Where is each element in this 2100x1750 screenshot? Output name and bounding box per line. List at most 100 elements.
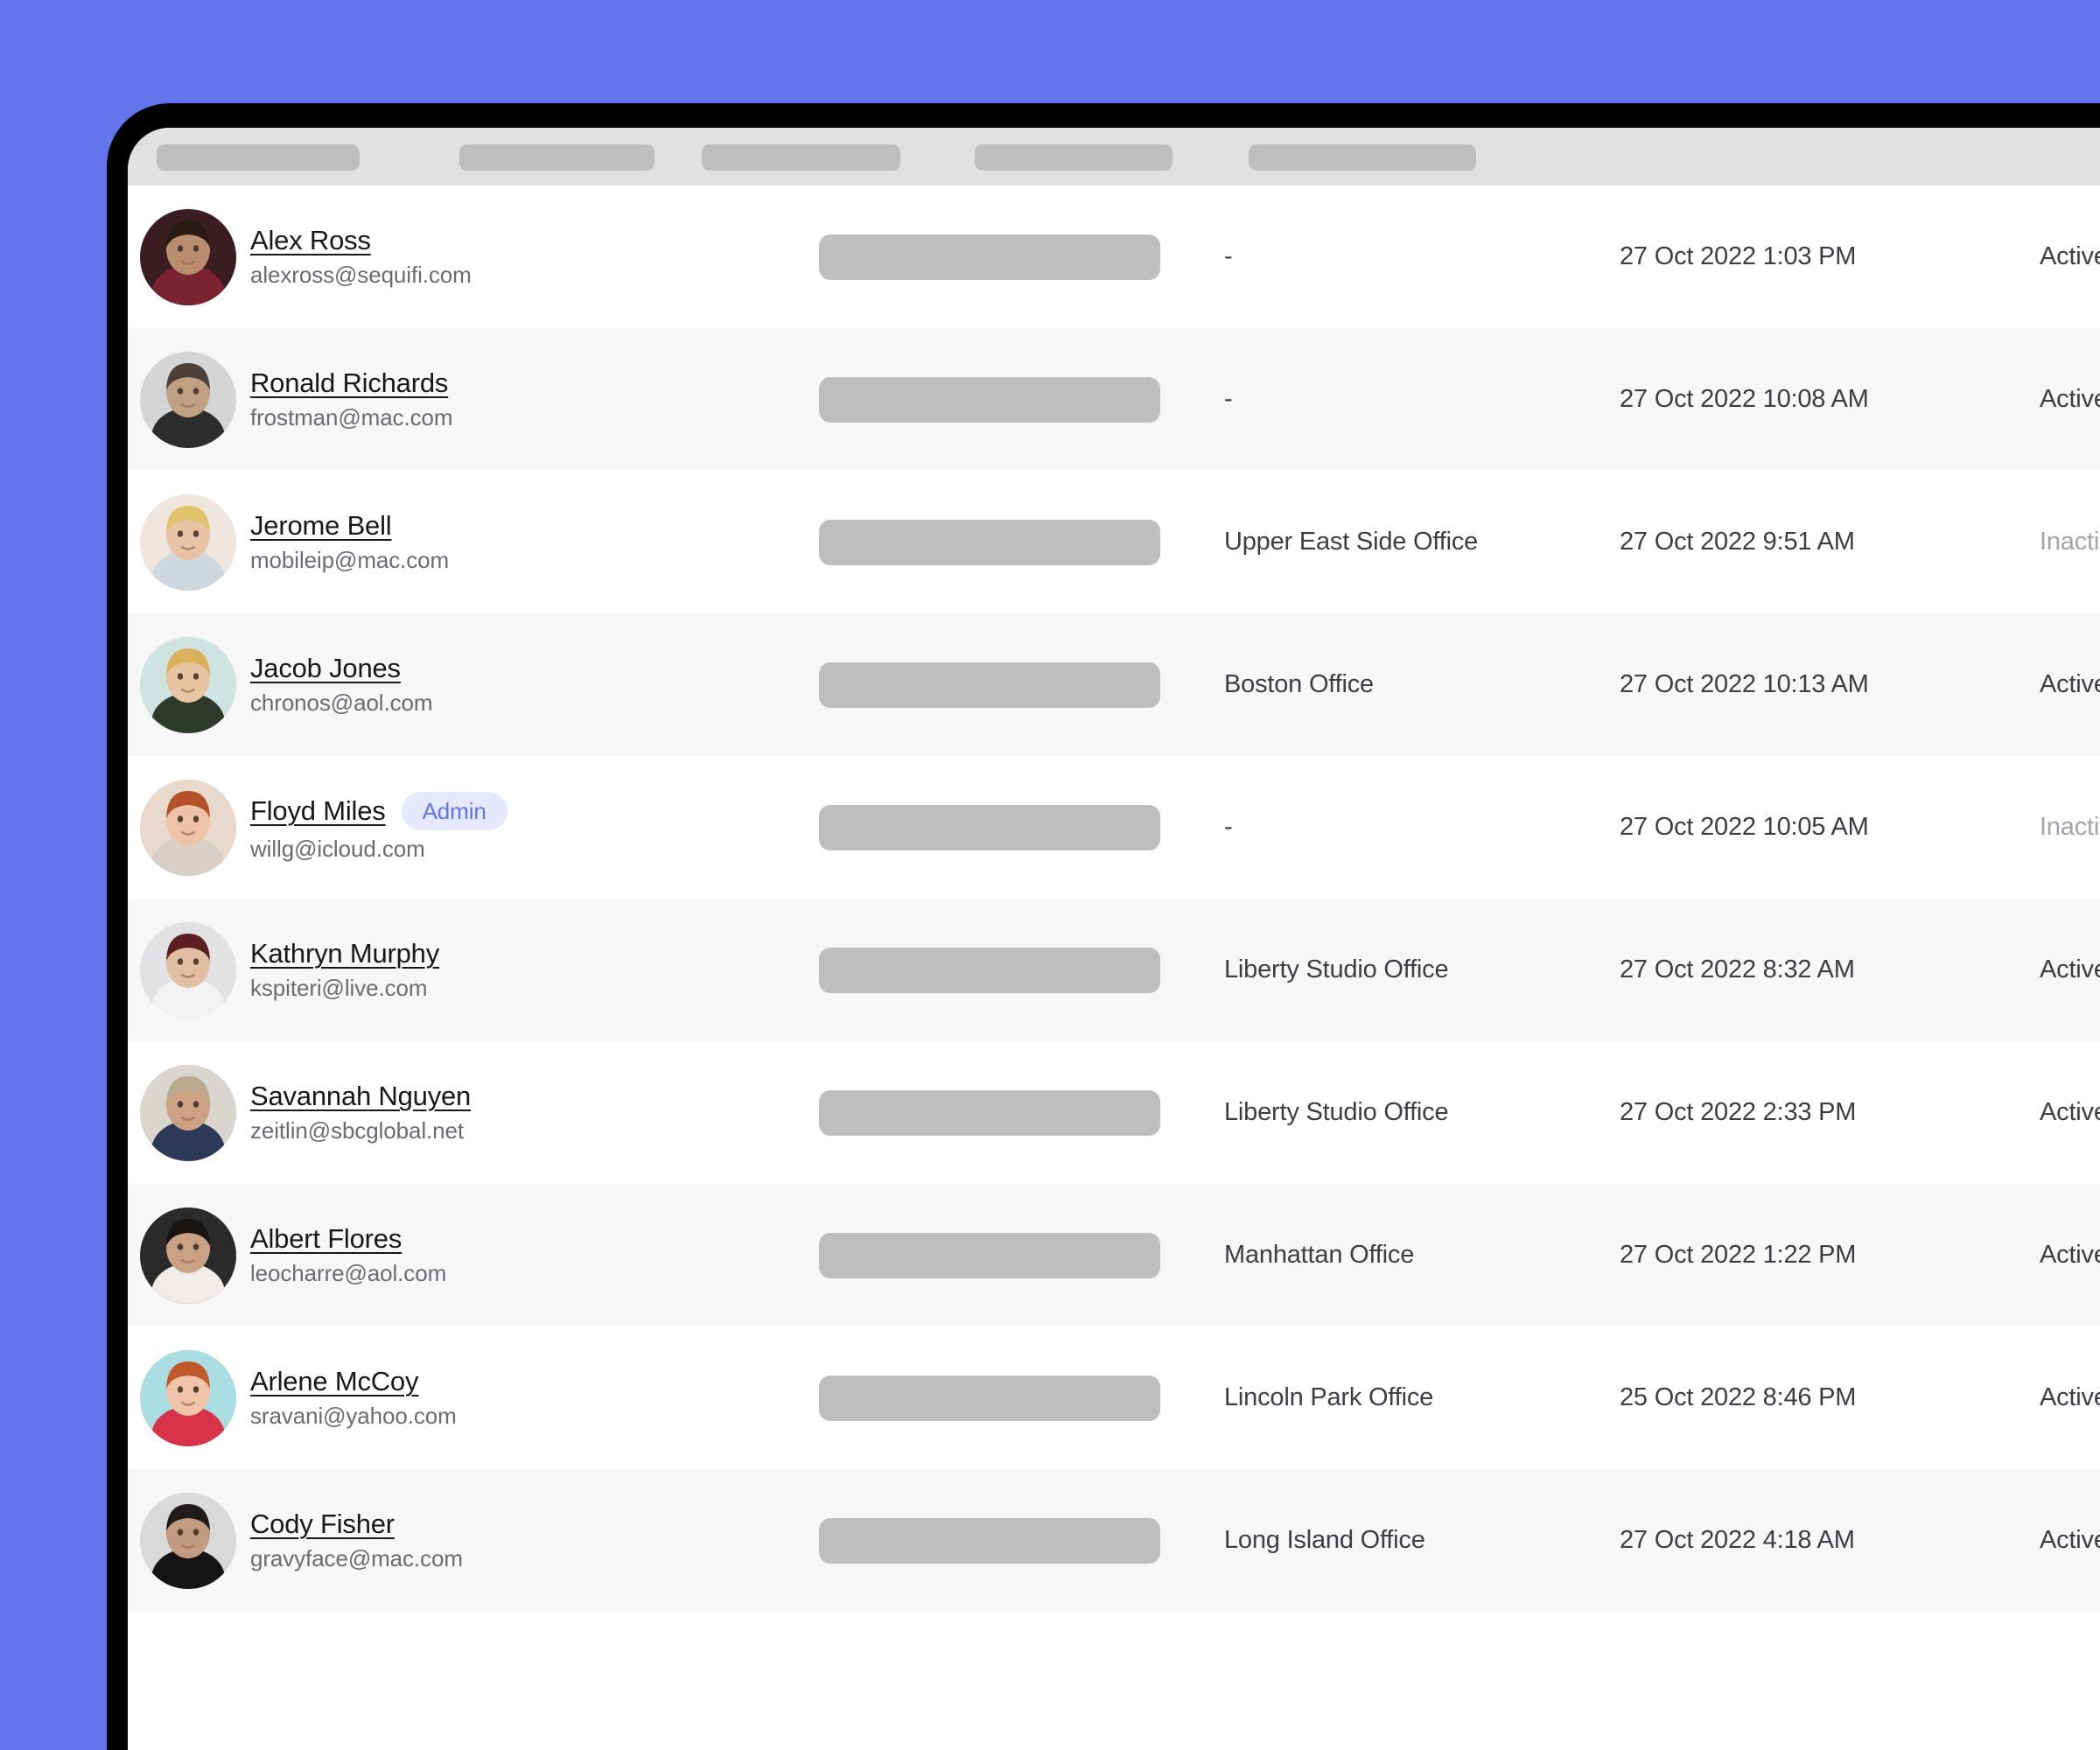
user-name-link[interactable]: Ronald Richards bbox=[250, 368, 448, 399]
user-text-block: Savannah Nguyen zeitlin@sbcglobal.net bbox=[250, 1081, 471, 1144]
status-cell: Active bbox=[2040, 1041, 2100, 1184]
office-cell: Upper East Side Office bbox=[1224, 471, 1609, 613]
user-name-line: Arlene McCoy bbox=[250, 1366, 455, 1397]
user-name-link[interactable]: Albert Flores bbox=[250, 1223, 402, 1255]
status-cell: Active bbox=[2040, 1469, 2100, 1612]
date-cell: 27 Oct 2022 2:33 PM bbox=[1620, 1041, 2005, 1184]
user-text-block: Jerome Bell mobileip@mac.com bbox=[250, 510, 449, 574]
user-name-link[interactable]: Alex Ross bbox=[250, 225, 371, 256]
user-text-block: Kathryn Murphy kspiteri@live.com bbox=[250, 938, 439, 1002]
user-email: kspiteri@live.com bbox=[250, 975, 428, 1001]
user-name-link[interactable]: Cody Fisher bbox=[250, 1508, 395, 1540]
user-email: zeitlin@sbcglobal.net bbox=[250, 1117, 464, 1144]
user-cell: Jerome Bell mobileip@mac.com bbox=[140, 471, 455, 613]
table-row[interactable]: Ronald Richards frostman@mac.com - 27 Oc… bbox=[128, 328, 2100, 471]
user-text-block: Alex Ross alexross@sequifi.com bbox=[250, 225, 472, 289]
office-value: Liberty Studio Office bbox=[1224, 956, 1449, 984]
cell-placeholder-bar bbox=[819, 234, 1160, 280]
status-badge: Active bbox=[2040, 1526, 2100, 1554]
cell-placeholder-bar bbox=[819, 1232, 1160, 1278]
placeholder-cell bbox=[819, 1469, 1195, 1612]
user-email: leocharre@aol.com bbox=[250, 1260, 447, 1286]
office-value: - bbox=[1224, 813, 1233, 841]
date-cell: 27 Oct 2022 10:08 AM bbox=[1620, 328, 2005, 471]
date-cell: 27 Oct 2022 8:32 AM bbox=[1620, 899, 2005, 1041]
avatar bbox=[140, 1492, 236, 1589]
table-row[interactable]: Jacob Jones chronos@aol.com Boston Offic… bbox=[128, 613, 2100, 756]
user-name-line: Alex Ross bbox=[250, 225, 455, 256]
status-cell: Active bbox=[2040, 899, 2100, 1041]
table-row[interactable]: Arlene McCoy sravani@yahoo.com Lincoln P… bbox=[128, 1326, 2100, 1469]
avatar bbox=[140, 636, 236, 733]
user-text-block: Albert Flores leocharre@aol.com bbox=[250, 1223, 446, 1287]
column-header-placeholder-4 bbox=[975, 144, 1172, 171]
user-name-line: Savannah Nguyen bbox=[250, 1081, 471, 1112]
status-badge: Active bbox=[2040, 242, 2100, 270]
user-email: mobileip@mac.com bbox=[250, 547, 450, 573]
placeholder-cell bbox=[819, 1326, 1195, 1469]
office-cell: Lincoln Park Office bbox=[1224, 1326, 1609, 1469]
office-cell: - bbox=[1224, 328, 1609, 471]
status-badge: Active bbox=[2040, 1098, 2100, 1126]
user-email: gravyface@mac.com bbox=[250, 1545, 463, 1572]
column-header-placeholder-5 bbox=[1249, 144, 1476, 171]
table-row[interactable]: Albert Flores leocharre@aol.com Manhatta… bbox=[128, 1184, 2100, 1326]
office-cell: - bbox=[1224, 756, 1609, 899]
table-row[interactable]: Floyd Miles Admin willg@icloud.com - 27 … bbox=[128, 756, 2100, 899]
user-cell: Savannah Nguyen zeitlin@sbcglobal.net bbox=[140, 1041, 471, 1184]
office-cell: Boston Office bbox=[1224, 613, 1609, 756]
user-name-link[interactable]: Savannah Nguyen bbox=[250, 1081, 471, 1112]
user-name-line: Jerome Bell bbox=[250, 510, 449, 542]
placeholder-cell bbox=[819, 471, 1195, 613]
cell-placeholder-bar bbox=[819, 804, 1160, 850]
cell-placeholder-bar bbox=[819, 947, 1160, 993]
cell-placeholder-bar bbox=[819, 1089, 1160, 1136]
table-row[interactable]: Alex Ross alexross@sequifi.com - 27 Oct … bbox=[128, 186, 2100, 328]
table-row[interactable]: Cody Fisher gravyface@mac.com Long Islan… bbox=[128, 1469, 2100, 1612]
placeholder-cell bbox=[819, 756, 1195, 899]
placeholder-cell bbox=[819, 328, 1195, 471]
user-name-link[interactable]: Arlene McCoy bbox=[250, 1366, 418, 1397]
user-cell: Albert Flores leocharre@aol.com bbox=[140, 1184, 455, 1326]
user-email: chronos@aol.com bbox=[250, 690, 433, 716]
status-cell: Active bbox=[2040, 1326, 2100, 1469]
user-name-link[interactable]: Kathryn Murphy bbox=[250, 938, 439, 970]
status-badge: Inactive bbox=[2040, 528, 2100, 556]
user-email: alexross@sequifi.com bbox=[250, 262, 472, 288]
user-name-link[interactable]: Jerome Bell bbox=[250, 510, 392, 542]
user-email: sravani@yahoo.com bbox=[250, 1403, 457, 1429]
device-bezel: Alex Ross alexross@sequifi.com - 27 Oct … bbox=[107, 103, 2100, 1750]
office-cell: Liberty Studio Office bbox=[1224, 899, 1609, 1041]
user-text-block: Ronald Richards frostman@mac.com bbox=[250, 368, 453, 431]
table-row[interactable]: Jerome Bell mobileip@mac.com Upper East … bbox=[128, 471, 2100, 613]
cell-placeholder-bar bbox=[819, 1375, 1160, 1421]
column-header-placeholder-1 bbox=[157, 144, 360, 171]
user-text-block: Floyd Miles Admin willg@icloud.com bbox=[250, 792, 508, 863]
status-badge: Active bbox=[2040, 956, 2100, 984]
date-value: 27 Oct 2022 8:32 AM bbox=[1620, 956, 1855, 984]
user-cell: Floyd Miles Admin willg@icloud.com bbox=[140, 756, 508, 899]
user-name-link[interactable]: Floyd Miles bbox=[250, 795, 386, 827]
user-name-link[interactable]: Jacob Jones bbox=[250, 653, 401, 684]
date-cell: 27 Oct 2022 10:13 AM bbox=[1620, 613, 2005, 756]
cell-placeholder-bar bbox=[819, 1517, 1160, 1564]
avatar bbox=[140, 1207, 236, 1304]
table-body: Alex Ross alexross@sequifi.com - 27 Oct … bbox=[128, 186, 2100, 1612]
status-badge: Inactive bbox=[2040, 813, 2100, 841]
date-cell: 25 Oct 2022 8:46 PM bbox=[1620, 1326, 2005, 1469]
table-row[interactable]: Savannah Nguyen zeitlin@sbcglobal.net Li… bbox=[128, 1041, 2100, 1184]
avatar bbox=[140, 779, 236, 876]
user-text-block: Cody Fisher gravyface@mac.com bbox=[250, 1508, 463, 1572]
user-cell: Alex Ross alexross@sequifi.com bbox=[140, 186, 472, 328]
user-cell: Jacob Jones chronos@aol.com bbox=[140, 613, 455, 756]
user-email: frostman@mac.com bbox=[250, 404, 453, 430]
avatar bbox=[140, 1064, 236, 1161]
avatar bbox=[140, 351, 236, 448]
cell-placeholder-bar bbox=[819, 662, 1160, 708]
avatar bbox=[140, 494, 236, 591]
table-row[interactable]: Kathryn Murphy kspiteri@live.com Liberty… bbox=[128, 899, 2100, 1041]
office-value: Long Island Office bbox=[1224, 1526, 1425, 1554]
user-name-line: Cody Fisher bbox=[250, 1508, 455, 1540]
office-value: - bbox=[1224, 242, 1233, 270]
status-badge: Active bbox=[2040, 670, 2100, 698]
